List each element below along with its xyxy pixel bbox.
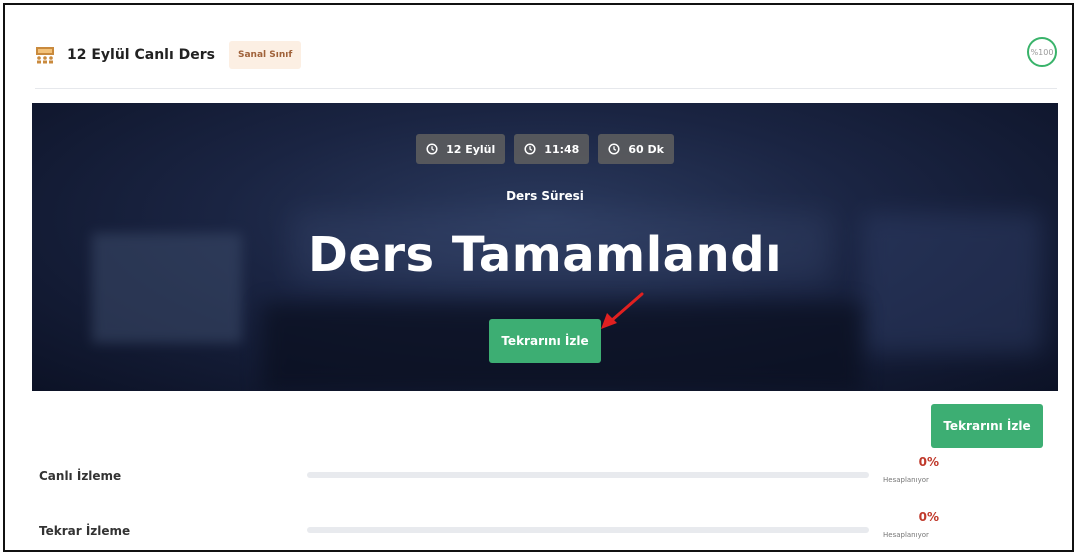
time-label: 11:48 (544, 142, 580, 156)
live-watch-status: Hesaplanıyor (883, 476, 929, 484)
live-watch-progress-bar (307, 472, 869, 478)
lesson-info-chips: 12 Eylül 11:48 60 Dk (32, 134, 1058, 164)
course-title: 12 Eylül Canlı Ders (67, 47, 215, 63)
completion-percent: %100 (1030, 47, 1054, 57)
clock-icon (524, 143, 536, 155)
duration-chip: 60 Dk (598, 134, 674, 164)
replay-watch-percent: 0% (918, 510, 939, 524)
lesson-hero-banner: 12 Eylül 11:48 60 Dk Ders Süresi Ders Ta… (32, 103, 1058, 391)
clock-icon (426, 143, 438, 155)
course-card: 12 Eylül Canlı Ders Sanal Sınıf %100 12 … (3, 3, 1074, 552)
duration-value: 60 Dk (628, 142, 664, 156)
live-watch-row: Canlı İzleme 0% Hesaplanıyor (35, 455, 1057, 495)
lesson-status-text: Ders Tamamlandı (307, 227, 783, 283)
replay-watch-status: Hesaplanıyor (883, 531, 929, 539)
live-watch-percent: 0% (918, 455, 939, 469)
replay-button[interactable]: Tekrarını İzle (489, 319, 601, 363)
duration-heading: Ders Süresi (506, 189, 584, 203)
date-label: 12 Eylül (446, 142, 496, 156)
live-watch-label: Canlı İzleme (39, 469, 122, 483)
replay-button-secondary[interactable]: Tekrarını İzle (931, 404, 1043, 448)
replay-watch-progress-bar (307, 527, 869, 533)
clock-icon (608, 143, 620, 155)
header-divider (35, 88, 1057, 89)
class-type-badge: Sanal Sınıf (229, 41, 302, 69)
date-chip: 12 Eylül (416, 134, 506, 164)
card-header: 12 Eylül Canlı Ders Sanal Sınıf %100 (35, 37, 1057, 73)
replay-watch-label: Tekrar İzleme (39, 524, 131, 538)
completion-progress-ring: %100 (1027, 37, 1057, 67)
replay-watch-row: Tekrar İzleme 0% Hesaplanıyor (35, 510, 1057, 550)
classroom-icon (35, 45, 55, 65)
pointer-arrow-icon (601, 292, 644, 329)
time-chip: 11:48 (514, 134, 590, 164)
